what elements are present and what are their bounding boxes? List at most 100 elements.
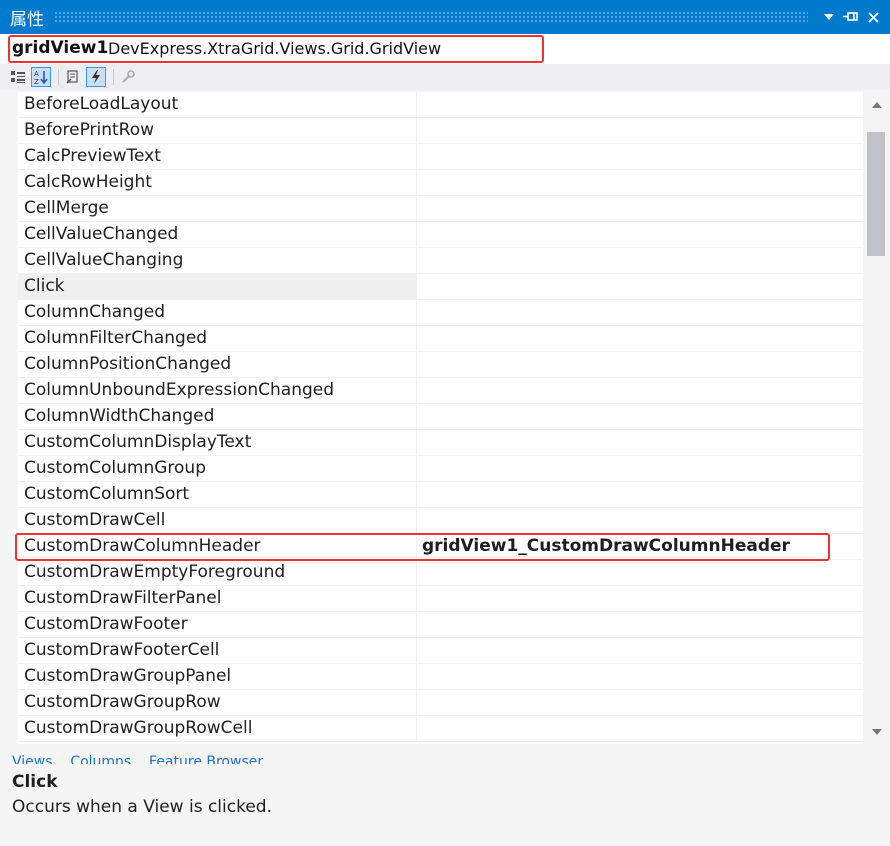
svg-text:Z: Z: [34, 78, 39, 85]
event-row[interactable]: CustomDrawFilterPanel: [18, 586, 863, 612]
scroll-up-icon[interactable]: [863, 92, 890, 116]
event-name[interactable]: CustomColumnSort: [18, 482, 417, 507]
scrollbar-thumb[interactable]: [867, 132, 885, 256]
event-row[interactable]: BeforePrintRow: [18, 118, 863, 144]
event-row[interactable]: CustomColumnSort: [18, 482, 863, 508]
event-handler-value[interactable]: [418, 378, 863, 403]
event-row[interactable]: CellMerge: [18, 196, 863, 222]
event-handler-value[interactable]: [418, 638, 863, 663]
property-pages-icon[interactable]: [118, 67, 138, 87]
event-handler-value[interactable]: [418, 248, 863, 273]
event-handler-value[interactable]: [418, 144, 863, 169]
event-name[interactable]: CustomDrawGroupPanel: [18, 664, 417, 689]
events-grid: BeforeLoadLayout BeforePrintRow CalcPrevie…: [0, 92, 863, 744]
event-handler-value[interactable]: [418, 118, 863, 143]
event-row[interactable]: CellValueChanging: [18, 248, 863, 274]
event-handler-value[interactable]: [418, 326, 863, 351]
event-name[interactable]: CalcPreviewText: [18, 144, 417, 169]
window-title: 属性: [10, 9, 44, 30]
event-row[interactable]: CustomDrawGroupRowCell: [18, 716, 863, 742]
event-row[interactable]: ColumnFilterChanged: [18, 326, 863, 352]
alphabetical-icon[interactable]: AZ: [31, 67, 51, 87]
vertical-scrollbar[interactable]: [863, 92, 890, 744]
event-handler-value[interactable]: [418, 274, 863, 299]
event-row[interactable]: CustomDrawFooterCell: [18, 638, 863, 664]
event-row[interactable]: CustomDrawColumnHeader gridView1_CustomDr…: [18, 534, 863, 560]
pin-icon[interactable]: [840, 6, 862, 28]
event-name[interactable]: CustomDrawFooterCell: [18, 638, 417, 663]
event-row[interactable]: CustomColumnGroup: [18, 456, 863, 482]
chevron-down-icon[interactable]: [818, 6, 840, 28]
event-handler-value[interactable]: [418, 482, 863, 507]
event-handler-value[interactable]: [418, 612, 863, 637]
event-name[interactable]: CustomDrawGroupRowCell: [18, 716, 417, 741]
command-links-text[interactable]: Views... Columns... Feature Browser...: [12, 754, 275, 764]
event-row[interactable]: CalcRowHeight: [18, 170, 863, 196]
event-handler-value[interactable]: [418, 586, 863, 611]
event-name[interactable]: BeforePrintRow: [18, 118, 417, 143]
event-handler-value[interactable]: [418, 664, 863, 689]
event-name[interactable]: CellValueChanged: [18, 222, 417, 247]
event-name[interactable]: ColumnPositionChanged: [18, 352, 417, 377]
event-name[interactable]: CustomDrawCell: [18, 508, 417, 533]
event-handler-value[interactable]: [418, 170, 863, 195]
event-name[interactable]: CustomDrawGroupRow: [18, 690, 417, 715]
event-name[interactable]: CustomDrawFooter: [18, 612, 417, 637]
event-name[interactable]: CustomDrawEmptyForeground: [18, 560, 417, 585]
close-icon[interactable]: [862, 6, 884, 28]
event-name[interactable]: ColumnWidthChanged: [18, 404, 417, 429]
event-row[interactable]: CustomDrawGroupPanel: [18, 664, 863, 690]
event-handler-value[interactable]: [418, 560, 863, 585]
event-name[interactable]: ColumnUnboundExpressionChanged: [18, 378, 417, 403]
event-handler-value[interactable]: [418, 508, 863, 533]
event-row[interactable]: ColumnWidthChanged: [18, 404, 863, 430]
event-row[interactable]: CustomColumnDisplayText: [18, 430, 863, 456]
event-handler-value[interactable]: [418, 430, 863, 455]
event-row[interactable]: CustomDrawGroupRow: [18, 690, 863, 716]
properties-icon[interactable]: [63, 67, 83, 87]
event-handler-value[interactable]: [418, 196, 863, 221]
event-row[interactable]: CellValueChanged: [18, 222, 863, 248]
event-name[interactable]: CustomColumnGroup: [18, 456, 417, 481]
toolbar-separator: [113, 69, 114, 85]
event-handler-value[interactable]: gridView1_CustomDrawColumnHeader: [418, 534, 863, 559]
event-row[interactable]: CustomDrawEmptyForeground: [18, 560, 863, 586]
event-handler-value[interactable]: [418, 690, 863, 715]
event-name[interactable]: CalcRowHeight: [18, 170, 417, 195]
object-selector[interactable]: gridView1 DevExpress.XtraGrid.Views.Grid…: [0, 34, 890, 64]
event-row[interactable]: ColumnPositionChanged: [18, 352, 863, 378]
event-row[interactable]: CustomDrawCell: [18, 508, 863, 534]
event-handler-value[interactable]: [418, 456, 863, 481]
event-name[interactable]: CellValueChanging: [18, 248, 417, 273]
event-name[interactable]: CustomDrawColumnHeader: [18, 534, 417, 559]
event-row[interactable]: CalcPreviewText: [18, 144, 863, 170]
event-handler-value[interactable]: [418, 716, 863, 741]
event-name[interactable]: Click: [18, 274, 417, 299]
command-links: Views... Columns... Feature Browser...: [0, 744, 890, 764]
event-name[interactable]: BeforeLoadLayout: [18, 92, 417, 117]
events-icon[interactable]: [86, 67, 106, 87]
titlebar-grip[interactable]: [54, 11, 808, 23]
event-handler-value[interactable]: [418, 222, 863, 247]
event-handler-value[interactable]: [418, 300, 863, 325]
event-name[interactable]: ColumnFilterChanged: [18, 326, 417, 351]
scroll-down-icon[interactable]: [863, 720, 890, 744]
event-row[interactable]: ColumnUnboundExpressionChanged: [18, 378, 863, 404]
event-row[interactable]: BeforeLoadLayout: [18, 92, 863, 118]
toolbar-separator: [58, 69, 59, 85]
categorized-icon[interactable]: [8, 67, 28, 87]
event-name[interactable]: ColumnChanged: [18, 300, 417, 325]
event-handler-value[interactable]: [418, 352, 863, 377]
svg-text:A: A: [34, 70, 39, 78]
event-name[interactable]: CustomDrawFilterPanel: [18, 586, 417, 611]
properties-titlebar: 属性: [0, 0, 890, 34]
event-row[interactable]: CustomDrawFooter: [18, 612, 863, 638]
event-name[interactable]: CellMerge: [18, 196, 417, 221]
description-pane: Click Occurs when a View is clicked.: [0, 764, 890, 846]
event-handler-value[interactable]: [418, 404, 863, 429]
event-row[interactable]: ColumnChanged: [18, 300, 863, 326]
event-name[interactable]: CustomColumnDisplayText: [18, 430, 417, 455]
event-row[interactable]: Click: [18, 274, 863, 300]
event-handler-value[interactable]: [418, 92, 863, 117]
properties-toolbar: AZ: [0, 64, 890, 90]
